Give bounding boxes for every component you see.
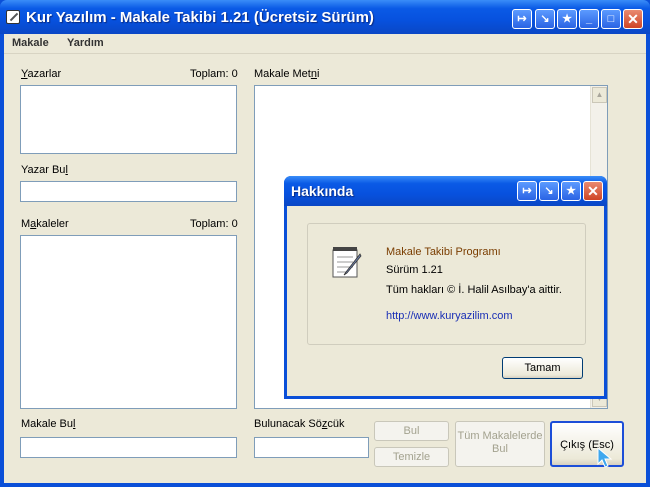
about-title: Hakkında (291, 183, 354, 199)
scroll-up-icon[interactable]: ▲ (592, 87, 607, 103)
minimize-button[interactable]: _ (579, 9, 599, 29)
about-close-button[interactable]: ✕ (583, 181, 603, 201)
articles-list[interactable] (20, 235, 237, 409)
app-icon[interactable] (6, 10, 20, 24)
find-article-input[interactable] (20, 437, 237, 458)
about-rights: Tüm hakları © İ. Halil Asılbay'a aittir. (386, 284, 562, 296)
menu-yardim[interactable]: Yardım (67, 37, 104, 49)
about-client: Makale Takibi Programı Sürüm 1.21 Tüm ha… (287, 206, 604, 396)
about-title-bar[interactable]: Hakkında ↦ ↘ ★ ✕ (284, 176, 607, 206)
maximize-button[interactable]: □ (601, 9, 621, 29)
document-edit-icon (332, 247, 362, 278)
authors-count: Toplam: 0 (190, 68, 238, 80)
star-icon[interactable]: ★ (557, 9, 577, 29)
find-author-input[interactable] (20, 181, 237, 202)
about-ok-button[interactable]: Tamam (502, 357, 583, 379)
about-info-group: Makale Takibi Programı Sürüm 1.21 Tüm ha… (307, 223, 586, 345)
pin-icon[interactable]: ↦ (512, 9, 532, 29)
search-word-input[interactable] (254, 437, 369, 458)
authors-label: Yazarlar (21, 68, 62, 80)
about-url-link[interactable]: http://www.kuryazilim.com (386, 310, 513, 322)
about-dialog: Hakkında ↦ ↘ ★ ✕ Makale Takibi Programı … (284, 176, 607, 399)
mouse-cursor-icon (597, 447, 613, 468)
find-article-label: Makale Bul (21, 418, 76, 430)
clean-button[interactable]: Temizle (374, 447, 449, 467)
articles-label: Makaleler (21, 218, 69, 230)
main-window: Kur Yazılım - Makale Takibi 1.21 (Ücrets… (0, 0, 650, 487)
close-button[interactable]: ✕ (623, 9, 643, 29)
title-bar[interactable]: Kur Yazılım - Makale Takibi 1.21 (Ücrets… (0, 0, 650, 34)
search-word-label: Bulunacak Sözcük (254, 418, 345, 430)
about-star-icon[interactable]: ★ (561, 181, 581, 201)
authors-list[interactable] (20, 85, 237, 154)
window-title: Kur Yazılım - Makale Takibi 1.21 (Ücrets… (26, 9, 374, 26)
about-version: Sürüm 1.21 (386, 264, 443, 276)
find-author-label: Yazar Bul (21, 164, 68, 176)
about-pin-icon[interactable]: ↦ (517, 181, 537, 201)
articles-count: Toplam: 0 (190, 218, 238, 230)
about-rollup-icon[interactable]: ↘ (539, 181, 559, 201)
about-program-name: Makale Takibi Programı (386, 246, 501, 258)
find-button[interactable]: Bul (374, 421, 449, 441)
find-all-articles-button[interactable]: Tüm Makalelerde Bul (455, 421, 545, 467)
article-text-label: Makale Metni (254, 68, 320, 80)
find-all-line2: Bul (492, 443, 508, 455)
rollup-icon[interactable]: ↘ (535, 9, 555, 29)
find-all-line1: Tüm Makalelerde (457, 430, 543, 442)
menu-makale[interactable]: Makale (12, 37, 49, 49)
menu-bar: Makale Yardım (4, 34, 646, 54)
